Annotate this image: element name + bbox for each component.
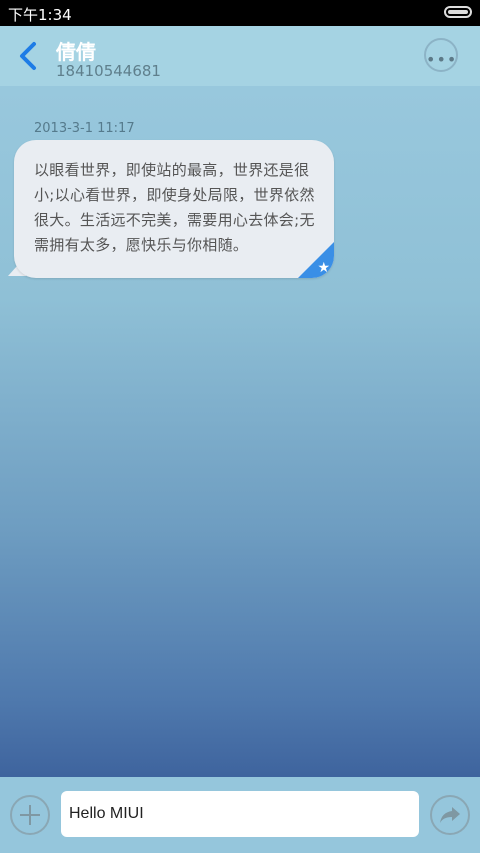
message-timestamp: 2013-3-1 11:17 [34, 121, 135, 136]
message-input[interactable] [61, 791, 419, 837]
back-button[interactable] [14, 40, 44, 72]
send-button[interactable] [430, 795, 470, 835]
status-bar: 下午1:34 [0, 0, 480, 26]
battery-icon [444, 6, 472, 18]
contact-number: 18410544681 [56, 62, 161, 80]
contact-name: 倩倩 [56, 40, 96, 64]
more-dots-icon: ••• [426, 50, 458, 69]
chevron-left-icon [20, 42, 36, 70]
conversation-header: 倩倩 18410544681 ••• [0, 26, 480, 86]
star-icon: ★ [317, 260, 330, 276]
status-time: 下午1:34 [8, 6, 72, 24]
message-text: 以眼看世界，即使站的最高，世界还是很小;以心看世界，即使身处局限，世界依然很大。… [34, 161, 315, 254]
composer-bar [0, 777, 480, 853]
add-attachment-button[interactable] [10, 795, 50, 835]
share-arrow-icon [440, 807, 460, 823]
message-bubble[interactable]: 以眼看世界，即使站的最高，世界还是很小;以心看世界，即使身处局限，世界依然很大。… [8, 140, 336, 282]
more-options-button[interactable]: ••• [424, 38, 458, 72]
